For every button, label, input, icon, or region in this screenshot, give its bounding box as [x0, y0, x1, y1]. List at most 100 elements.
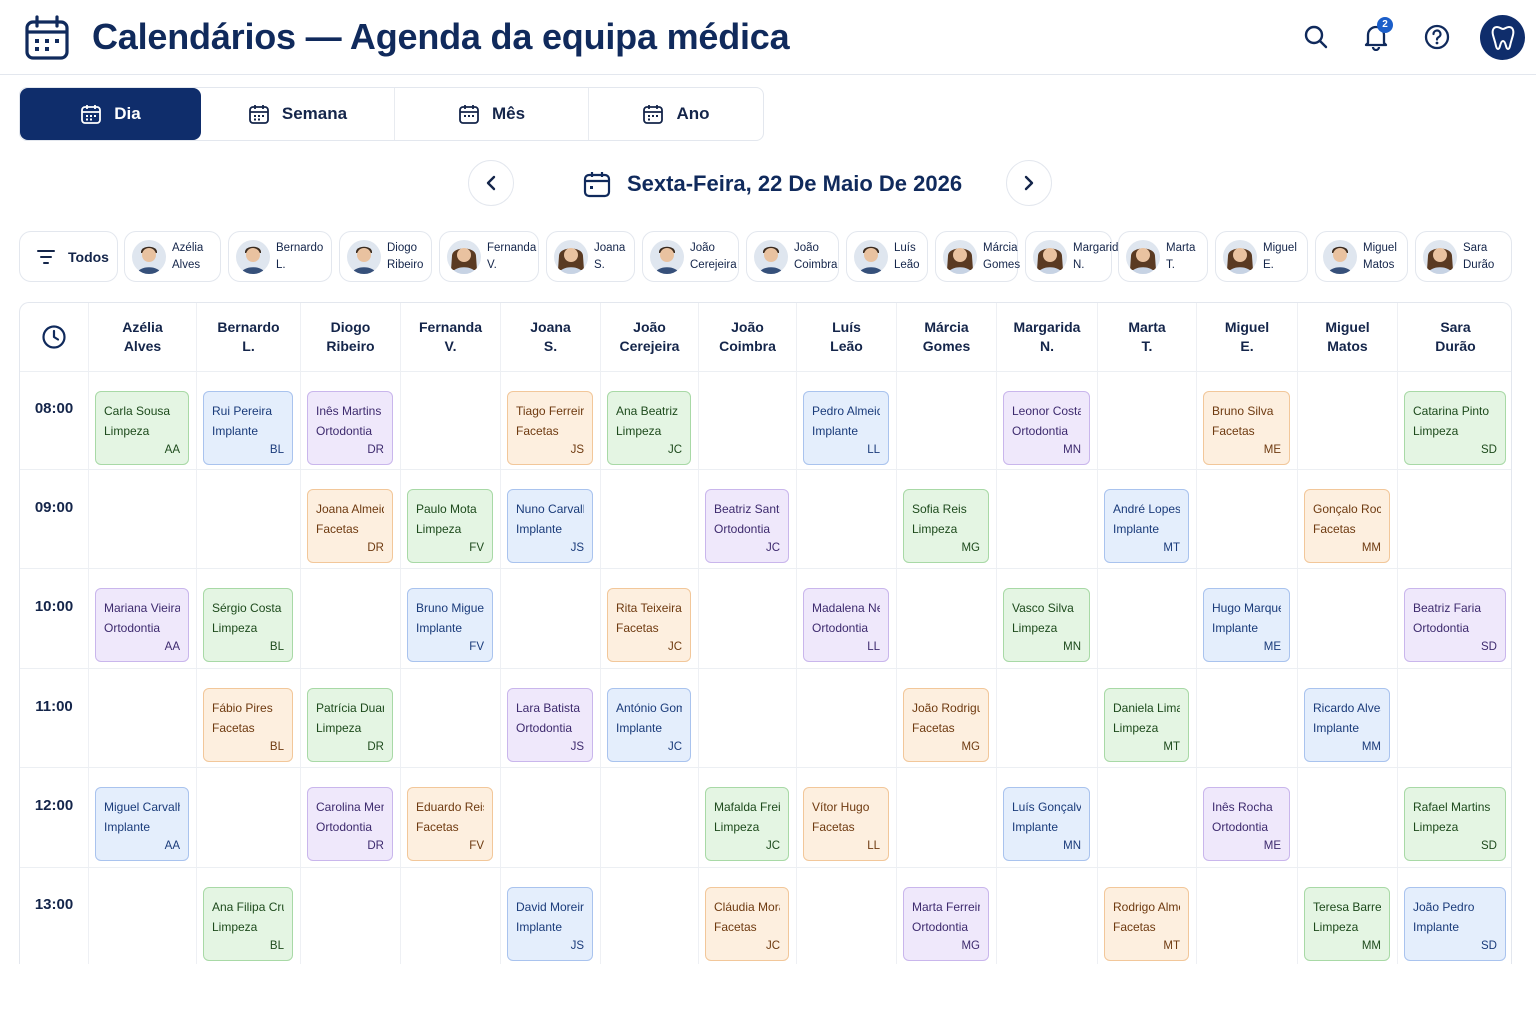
appointment-card[interactable]: Nuno Carvalho Implante JS: [507, 489, 593, 563]
appointment-card[interactable]: Miguel Carvalhal Implante AA: [95, 787, 189, 861]
appointment-card[interactable]: Bruno Miguel Implante FV: [407, 588, 493, 662]
appointment-card[interactable]: Mariana Vieira Ortodontia AA: [95, 588, 189, 662]
appointment-card[interactable]: Pedro Almeida Implante LL: [803, 391, 889, 465]
tab-ano[interactable]: Ano: [589, 88, 763, 140]
procedure-label: Limpeza: [1012, 621, 1058, 635]
appointment-card[interactable]: Madalena Neves Ortodontia LL: [803, 588, 889, 662]
staff-initials: MG: [961, 542, 980, 554]
appointment-card[interactable]: Leonor Costa Ortodontia MN: [1003, 391, 1090, 465]
appointment-card[interactable]: David Moreira Implante JS: [507, 887, 593, 961]
appointment-card[interactable]: Luís Gonçalves Implante MN: [1003, 787, 1090, 861]
staff-filter-chip[interactable]: Sara Durão: [1415, 231, 1512, 282]
filter-all-label: Todos: [68, 248, 109, 265]
tab-label: Dia: [114, 104, 141, 123]
tab-semana[interactable]: Semana: [201, 88, 395, 140]
appointment-card[interactable]: Lara Batista Ortodontia JS: [507, 688, 593, 762]
appointment-card[interactable]: Ricardo Alves Implante MM: [1304, 688, 1390, 762]
staff-initials: DR: [367, 542, 384, 554]
appointment-card[interactable]: Ana Filipa Cruz Limpeza BL: [203, 887, 293, 961]
staff-filter-chip[interactable]: Azélia Alves: [124, 231, 221, 282]
staff-filter-chip[interactable]: Margarida N.: [1025, 231, 1125, 282]
appointment-card[interactable]: Vítor Hugo Facetas LL: [803, 787, 889, 861]
staff-filter-chip[interactable]: João Cerejeira: [642, 231, 739, 282]
staff-initials: MT: [1163, 940, 1180, 952]
column-first-name: Marta: [1128, 319, 1166, 335]
user-avatar-button[interactable]: [1480, 15, 1525, 60]
appointment-card[interactable]: Bruno Silva Facetas ME: [1203, 391, 1290, 465]
appointment-card[interactable]: Beatriz Santos Ortodontia JC: [705, 489, 789, 563]
staff-filter-chip[interactable]: Márcia Gomes: [935, 231, 1020, 282]
appointment-card[interactable]: Cláudia Morais Facetas JC: [705, 887, 789, 961]
patient-name: Leonor Costa: [1012, 404, 1081, 418]
staff-filter-chip[interactable]: Marta T.: [1118, 231, 1208, 282]
staff-filter-chip[interactable]: Miguel Matos: [1315, 231, 1408, 282]
staff-initials: JS: [570, 741, 584, 753]
appointment-card[interactable]: Sofia Reis Limpeza MG: [903, 489, 989, 563]
staff-initials: MT: [1163, 542, 1180, 554]
appointment-card[interactable]: Carla Sousa Limpeza AA: [95, 391, 189, 465]
staff-filter-chip[interactable]: Bernardo L.: [228, 231, 332, 282]
help-button[interactable]: [1420, 20, 1454, 54]
tab-dia[interactable]: Dia: [20, 88, 201, 140]
patient-name: Joana Almeida: [316, 502, 384, 516]
staff-filter-name: Miguel E.: [1263, 240, 1297, 274]
appointment-card[interactable]: Patrícia Duarte Limpeza DR: [307, 688, 393, 762]
appointment-card[interactable]: João Pedro Implante SD: [1404, 887, 1506, 961]
appointment-card[interactable]: Daniela Lima Limpeza MT: [1104, 688, 1189, 762]
appointment-card[interactable]: Rodrigo Almeida Facetas MT: [1104, 887, 1189, 961]
staff-filter-chip[interactable]: Miguel E.: [1215, 231, 1308, 282]
avatar: [854, 239, 888, 274]
current-date: Sexta-Feira, 22 De Maio De 2026: [583, 168, 962, 200]
staff-filter-chip[interactable]: Diogo Ribeiro: [339, 231, 432, 282]
previous-day-button[interactable]: [468, 160, 514, 206]
appointment-card[interactable]: Paulo Mota Limpeza FV: [407, 489, 493, 563]
appointment-card[interactable]: Gonçalo Rocha Facetas MM: [1304, 489, 1390, 563]
appointment-card[interactable]: Joana Almeida Facetas DR: [307, 489, 393, 563]
appointment-card[interactable]: Mafalda Freitas Limpeza JC: [705, 787, 789, 861]
next-day-button[interactable]: [1006, 160, 1052, 206]
chevron-left-icon: [486, 175, 496, 191]
appointment-card[interactable]: Inês Martins Ortodontia DR: [307, 391, 393, 465]
appointment-card[interactable]: Inês Rocha Ortodontia ME: [1203, 787, 1290, 861]
appointment-card[interactable]: Rui Pereira Implante BL: [203, 391, 293, 465]
appointment-card[interactable]: Ana Beatriz Limpeza JC: [607, 391, 691, 465]
staff-last-name: Ribeiro: [387, 258, 424, 271]
appointment-card[interactable]: Catarina Pinto Limpeza SD: [1404, 391, 1506, 465]
filter-all-chip[interactable]: Todos: [19, 231, 118, 282]
patient-name: Bruno Silva: [1212, 404, 1274, 418]
appointment-card[interactable]: Beatriz Faria Ortodontia SD: [1404, 588, 1506, 662]
procedure-label: Implante: [212, 424, 259, 438]
appointment-card[interactable]: Sérgio Costa Limpeza BL: [203, 588, 293, 662]
appointment-card[interactable]: Fábio Pires Facetas BL: [203, 688, 293, 762]
appointment-card[interactable]: João Rodrigues Facetas MG: [903, 688, 989, 762]
staff-initials: DR: [367, 840, 384, 852]
search-button[interactable]: [1299, 20, 1333, 54]
tab-mes[interactable]: Mês: [395, 88, 589, 140]
appointment-card[interactable]: Carolina Mendes Ortodontia DR: [307, 787, 393, 861]
staff-filter-chip[interactable]: Luís Leão: [846, 231, 928, 282]
patient-name: Luís Gonçalves: [1012, 800, 1081, 814]
column-divider: [1297, 303, 1298, 964]
top-bar: Calendários — Agenda da equipa médica 2: [0, 0, 1536, 75]
column-last-name: Durão: [1435, 338, 1476, 354]
appointment-card[interactable]: Teresa Barreto LimpezaMM: [1304, 887, 1390, 961]
staff-filter-chip[interactable]: Joana S.: [546, 231, 635, 282]
appointment-card[interactable]: Tiago Ferreira Facetas JS: [507, 391, 593, 465]
appointment-card[interactable]: Eduardo Reis Facetas FV: [407, 787, 493, 861]
staff-filter-chip[interactable]: João Coimbra: [746, 231, 839, 282]
appointment-card[interactable]: Rita Teixeira Facetas JC: [607, 588, 691, 662]
appointment-card[interactable]: Marta Ferreira Ortodontia MG: [903, 887, 989, 961]
staff-initials: AA: [164, 641, 180, 653]
notifications-button[interactable]: 2: [1359, 17, 1393, 54]
appointment-card[interactable]: Vasco Silva Limpeza MN: [1003, 588, 1090, 662]
staff-first-name: Márcia: [983, 241, 1018, 254]
staff-filter-chip[interactable]: Fernanda V.: [439, 231, 539, 282]
appointment-card[interactable]: Hugo Marques Implante ME: [1203, 588, 1290, 662]
avatar: [1323, 239, 1357, 274]
procedure-label: Implante: [1413, 920, 1460, 934]
column-divider: [1397, 303, 1398, 964]
appointment-card[interactable]: André Lopes Implante MT: [1104, 489, 1189, 563]
appointment-card[interactable]: António Gomes Implante JC: [607, 688, 691, 762]
appointment-card[interactable]: Rafael Martins Limpeza SD: [1404, 787, 1506, 861]
calendar-icon: [25, 15, 69, 60]
